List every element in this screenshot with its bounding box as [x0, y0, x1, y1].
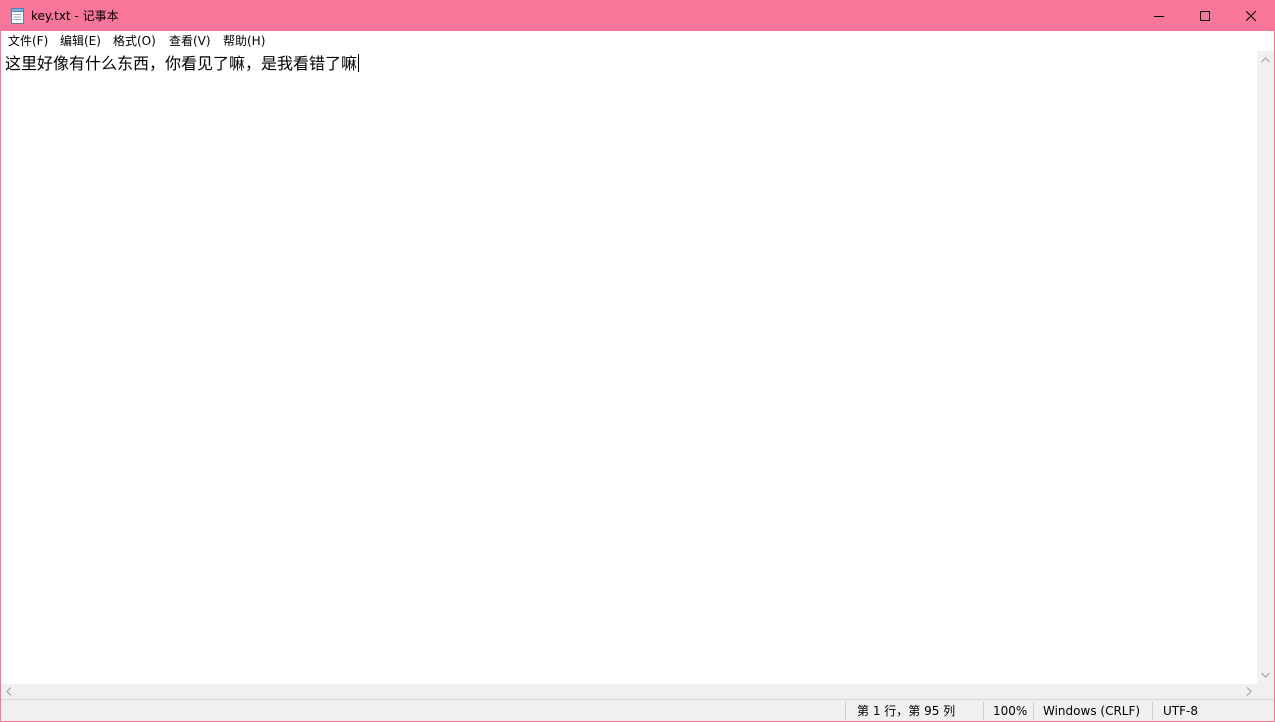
menu-help[interactable]: 帮助(H): [223, 34, 265, 49]
status-divider: [1033, 702, 1034, 720]
notepad-window: key.txt - 记事本 文件(F) 编辑(E) 格式(O) 查看(V) 帮助…: [0, 0, 1275, 722]
menu-view[interactable]: 查看(V): [169, 34, 211, 49]
scroll-right-arrow-icon[interactable]: [1246, 687, 1252, 696]
scroll-down-arrow-icon[interactable]: [1261, 672, 1270, 678]
menu-edit[interactable]: 编辑(E): [60, 34, 101, 49]
menu-format[interactable]: 格式(O): [113, 34, 156, 49]
minimize-icon: [1154, 16, 1164, 17]
title-bar[interactable]: key.txt - 记事本: [1, 1, 1274, 31]
minimize-button[interactable]: [1136, 1, 1182, 31]
vertical-scrollbar[interactable]: [1257, 51, 1274, 684]
horizontal-scrollbar[interactable]: [1, 684, 1257, 699]
cursor-position: 第 1 行，第 95 列: [857, 704, 956, 718]
close-icon: [1246, 11, 1256, 21]
line-ending: Windows (CRLF): [1043, 704, 1141, 718]
scrollbar-corner: [1257, 684, 1274, 699]
window-title: key.txt - 记事本: [31, 9, 119, 23]
editor-line[interactable]: 这里好像有什么东西，你看见了嘛，是我看错了嘛: [5, 54, 360, 74]
encoding: UTF-8: [1163, 704, 1198, 718]
text-caret: [358, 54, 360, 72]
status-divider: [845, 702, 846, 720]
status-divider: [1152, 702, 1153, 720]
text-editor[interactable]: 这里好像有什么东西，你看见了嘛，是我看错了嘛: [1, 51, 1257, 684]
menu-bar: 文件(F) 编辑(E) 格式(O) 查看(V) 帮助(H): [1, 31, 1274, 51]
close-button[interactable]: [1228, 1, 1274, 31]
status-divider: [983, 702, 984, 720]
maximize-icon: [1200, 11, 1210, 21]
scroll-up-arrow-icon[interactable]: [1261, 57, 1270, 63]
menu-file[interactable]: 文件(F): [8, 34, 48, 49]
editor-content[interactable]: 这里好像有什么东西，你看见了嘛，是我看错了嘛: [5, 54, 357, 73]
notepad-icon: [11, 8, 24, 24]
maximize-button[interactable]: [1182, 1, 1228, 31]
status-bar: 第 1 行，第 95 列 100% Windows (CRLF) UTF-8: [1, 699, 1274, 721]
scroll-left-arrow-icon[interactable]: [6, 687, 12, 696]
zoom-level: 100%: [993, 704, 1028, 718]
